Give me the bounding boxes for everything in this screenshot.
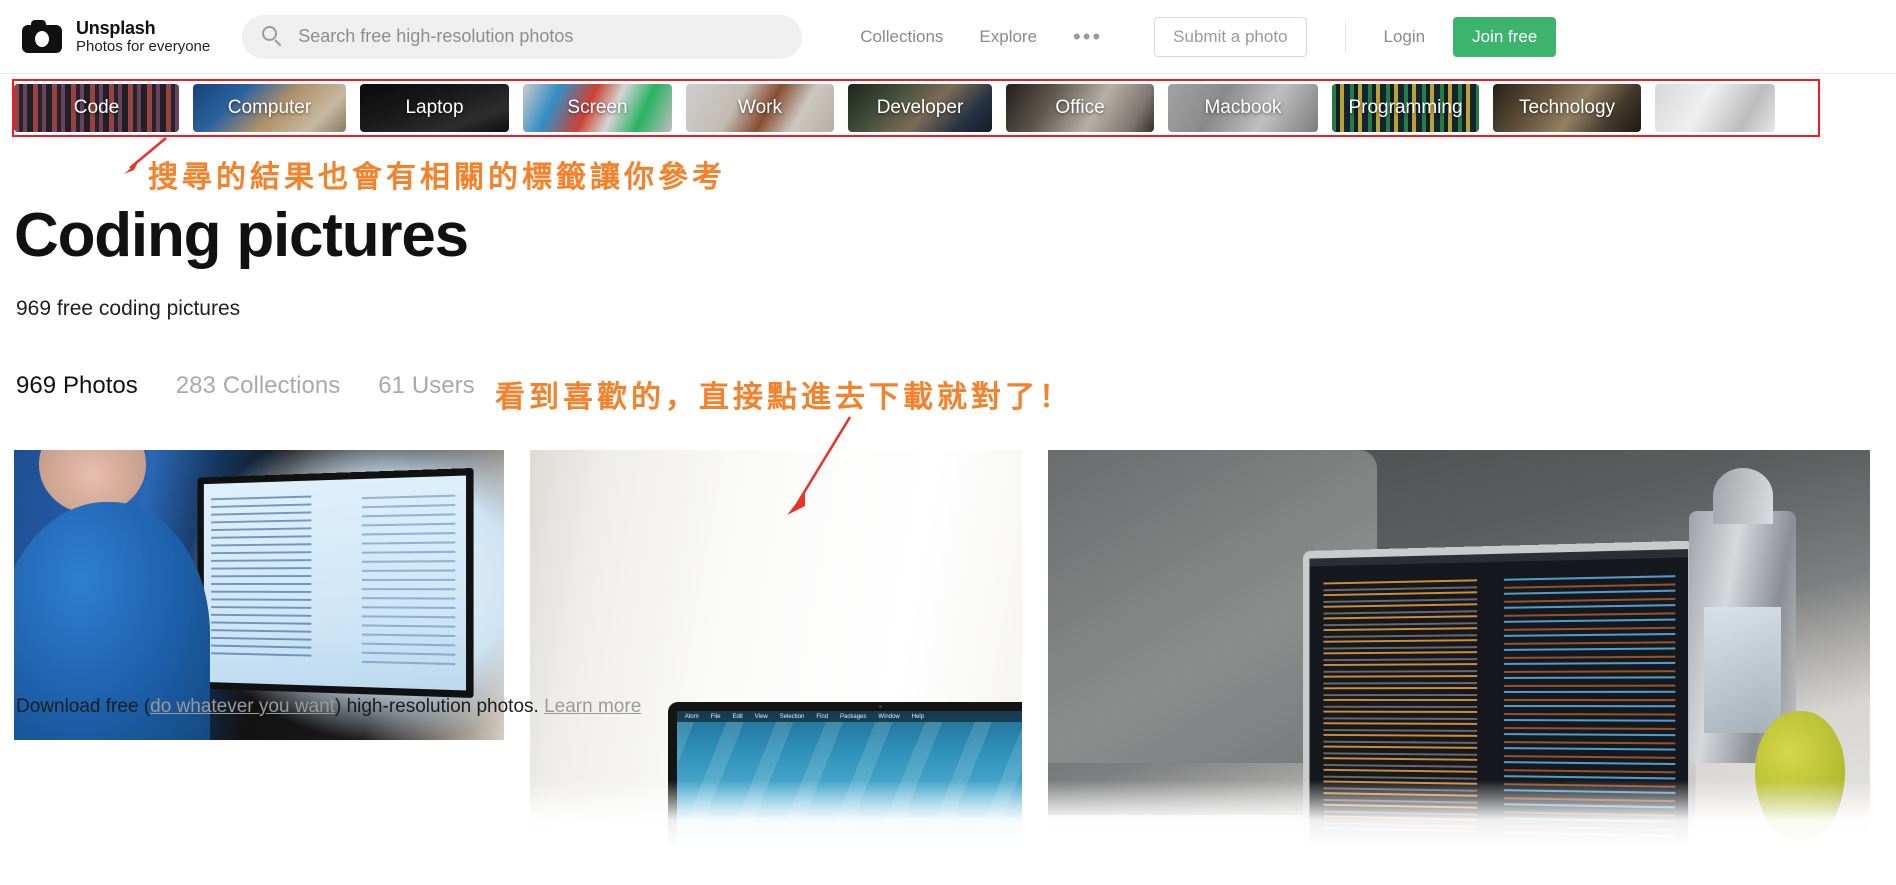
- tag-code[interactable]: Code: [14, 84, 179, 132]
- brand-name: Unsplash: [76, 17, 156, 38]
- tag-label: Programming: [1348, 97, 1463, 118]
- header-divider: [1344, 20, 1346, 53]
- search-icon: [262, 25, 284, 48]
- tag-label: Laptop: [405, 97, 464, 118]
- nav-collections[interactable]: Collections: [860, 27, 943, 47]
- tab-users-label: Users: [411, 372, 475, 399]
- tab-users[interactable]: 61 Users: [378, 372, 474, 400]
- submit-photo-button[interactable]: Submit a photo: [1154, 16, 1307, 57]
- unsplash-search-page: Unsplash Photos for everyone Collections…: [0, 0, 1896, 885]
- tag-label: Work: [738, 97, 782, 118]
- tab-photos[interactable]: 969 Photos: [16, 372, 138, 400]
- tab-collections-label: Collections: [222, 372, 341, 399]
- bottom-fade: [0, 780, 1896, 885]
- tag-computer[interactable]: Computer: [193, 84, 346, 132]
- tag-label: Screen: [567, 97, 628, 118]
- page-title: Coding pictures: [14, 201, 469, 270]
- tag-label: Office: [1055, 97, 1105, 118]
- camera-icon: [22, 20, 62, 53]
- tag-macbook[interactable]: Macbook: [1168, 84, 1318, 132]
- page-subtitle: 969 free coding pictures: [16, 297, 241, 320]
- annotation-note-1: 搜尋的結果也會有相關的標籤讓你參考: [148, 160, 726, 195]
- nav-explore[interactable]: Explore: [979, 27, 1037, 47]
- notice-text-middle: ) high-resolution photos.: [334, 696, 545, 717]
- tag-label: Macbook: [1204, 97, 1282, 118]
- download-notice: Download free (do whatever you want) hig…: [16, 696, 641, 718]
- tag-laptop[interactable]: Laptop: [360, 84, 509, 132]
- tag-office[interactable]: Office: [1006, 84, 1154, 132]
- annotation-note-2: 看到喜歡的，直接點進去下載就對了！: [495, 380, 1073, 415]
- tag-developer[interactable]: Developer: [848, 84, 992, 132]
- site-header: Unsplash Photos for everyone Collections…: [0, 0, 1896, 74]
- tag-screen[interactable]: Screen: [523, 84, 672, 132]
- tab-users-count: 61: [378, 372, 405, 399]
- result-tabs: 969 Photos 283 Collections 61 Users: [16, 372, 513, 400]
- header-nav: Collections Explore •••: [860, 25, 1102, 47]
- ellipsis-icon[interactable]: •••: [1073, 25, 1102, 47]
- tag-label: Technology: [1518, 97, 1616, 118]
- tag-programming[interactable]: Programming: [1332, 84, 1479, 132]
- search-input[interactable]: [298, 26, 769, 47]
- login-link[interactable]: Login: [1384, 27, 1426, 47]
- notice-text-before: Download free (: [16, 696, 151, 717]
- tag-label: Computer: [227, 97, 312, 118]
- tab-collections-count: 283: [175, 372, 216, 399]
- tag-label: Developer: [876, 97, 964, 118]
- tag-thumbnail: [1655, 84, 1775, 132]
- related-tags-strip[interactable]: Code Computer Laptop Screen Work Develop…: [0, 77, 1896, 139]
- tag-next-partial[interactable]: [1655, 84, 1775, 132]
- tag-work[interactable]: Work: [686, 84, 834, 132]
- tag-technology[interactable]: Technology: [1493, 84, 1641, 132]
- tab-photos-count: 969: [16, 372, 57, 399]
- tab-photos-label: Photos: [63, 372, 138, 399]
- unsplash-logo[interactable]: Unsplash Photos for everyone: [22, 18, 210, 56]
- search-bar[interactable]: [242, 14, 803, 59]
- do-whatever-you-want-link[interactable]: do whatever you want: [150, 696, 335, 717]
- brand-tagline: Photos for everyone: [76, 38, 211, 56]
- tab-collections[interactable]: 283 Collections: [176, 372, 340, 400]
- join-free-button[interactable]: Join free: [1453, 16, 1557, 57]
- tag-label: Code: [73, 97, 120, 118]
- learn-more-link[interactable]: Learn more: [544, 696, 641, 717]
